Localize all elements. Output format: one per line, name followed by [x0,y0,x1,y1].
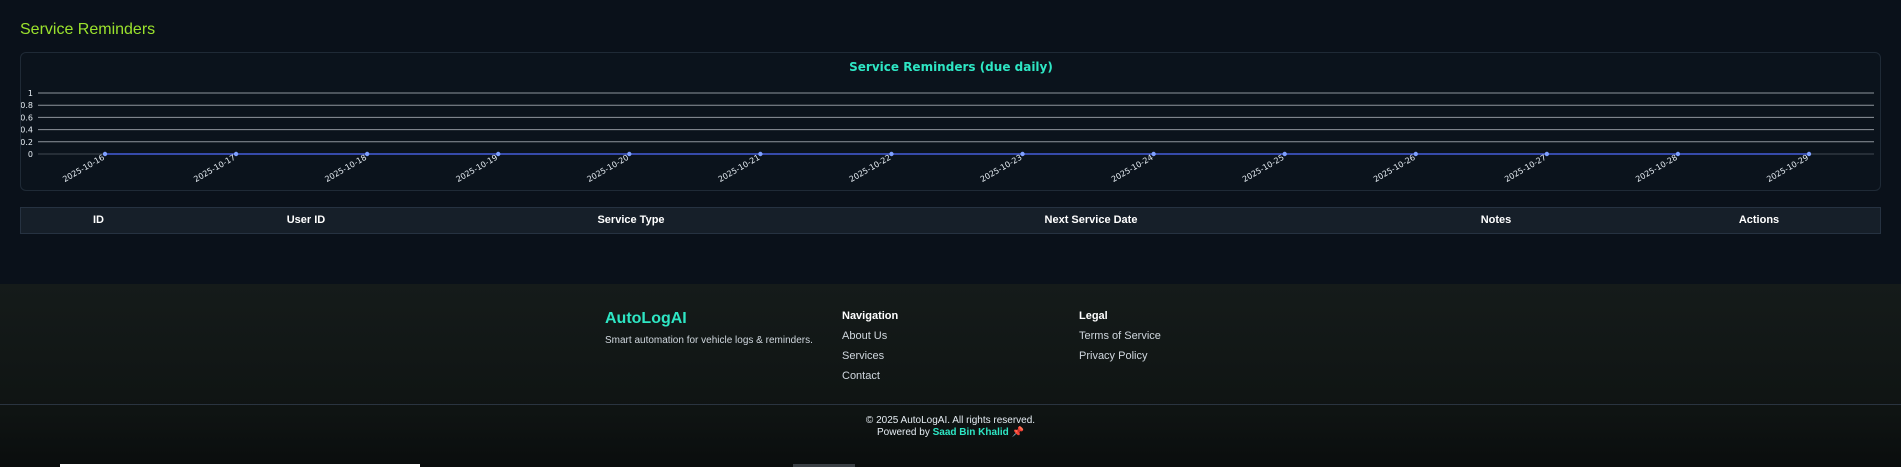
footer-divider [0,404,1901,405]
data-point [1282,151,1287,157]
x-tick-label: 2025-10-25 [1241,153,1286,184]
footer-powered-by: Powered by Saad Bin Khalid 📌 [0,427,1901,438]
footer-brand: AutoLogAI [605,310,687,327]
table-header-row: ID User ID Service Type Next Service Dat… [20,207,1881,234]
footer: AutoLogAI Smart automation for vehicle l… [0,284,1901,467]
footer-link-privacy[interactable]: Privacy Policy [1079,350,1147,362]
author-link[interactable]: Saad Bin Khalid [933,427,1009,438]
footer-tagline: Smart automation for vehicle logs & remi… [605,335,813,346]
pin-icon: 📌 [1011,427,1024,438]
col-header-actions: Actions [1738,214,1780,226]
data-point [1151,151,1156,157]
data-point [889,151,894,157]
x-tick-label: 2025-10-20 [586,153,631,184]
x-tick-label: 2025-10-22 [848,153,893,184]
x-tick-label: 2025-10-28 [1634,153,1679,184]
x-tick-label: 2025-10-19 [454,153,499,184]
footer-link-contact[interactable]: Contact [842,370,880,382]
data-point [1413,151,1418,157]
y-tick-label: 0 [28,150,33,159]
y-tick-label: 0.6 [21,113,33,122]
x-tick-label: 2025-10-29 [1765,153,1810,184]
y-tick-label: 1 [28,89,33,98]
y-tick-label: 0.4 [21,126,33,135]
y-tick-label: 0.8 [21,101,33,110]
col-header-id: ID [93,214,104,226]
chart-card: Service Reminders (due daily) 0 0.2 0.4 0.6 0… [20,52,1881,191]
footer-link-terms[interactable]: Terms of Service [1079,330,1161,342]
data-point [758,151,763,157]
data-point [1806,151,1812,157]
col-header-user-id: User ID [286,214,326,226]
powered-by-label: Powered by [877,427,933,438]
x-tick-label: 2025-10-24 [1110,153,1155,184]
x-tick-label: 2025-10-23 [979,153,1024,184]
col-header-service-type: Service Type [597,214,665,226]
footer-copyright: © 2025 AutoLogAI. All rights reserved. [865,415,1036,426]
page-title: Service Reminders [20,21,156,38]
data-point [627,151,632,157]
data-point [364,151,370,157]
x-tick-label: 2025-10-27 [1503,153,1548,184]
x-tick-label: 2025-10-17 [192,153,237,184]
data-point [1544,151,1550,157]
x-tick-label: 2025-10-16 [61,153,106,184]
x-tick-label: 2025-10-26 [1372,153,1417,184]
footer-nav-title: Navigation [842,310,899,322]
chart-title: Service Reminders (due daily) [849,60,1053,74]
footer-link-services[interactable]: Services [842,350,884,362]
service-reminders-chart: Service Reminders (due daily) 0 0.2 0.4 0.6 0… [21,60,1874,184]
data-point [496,151,501,157]
footer-legal-title: Legal [1079,310,1108,322]
x-tick-label: 2025-10-18 [323,153,368,184]
data-point [102,151,108,157]
col-header-notes: Notes [1480,214,1512,226]
footer-link-about-us[interactable]: About Us [842,330,887,342]
x-tick-label: 2025-10-21 [717,153,762,184]
y-tick-label: 0.2 [21,138,33,147]
data-point [233,151,239,157]
data-point [1020,151,1025,157]
data-point [1675,151,1681,157]
col-header-next-service-date: Next Service Date [1044,214,1138,226]
